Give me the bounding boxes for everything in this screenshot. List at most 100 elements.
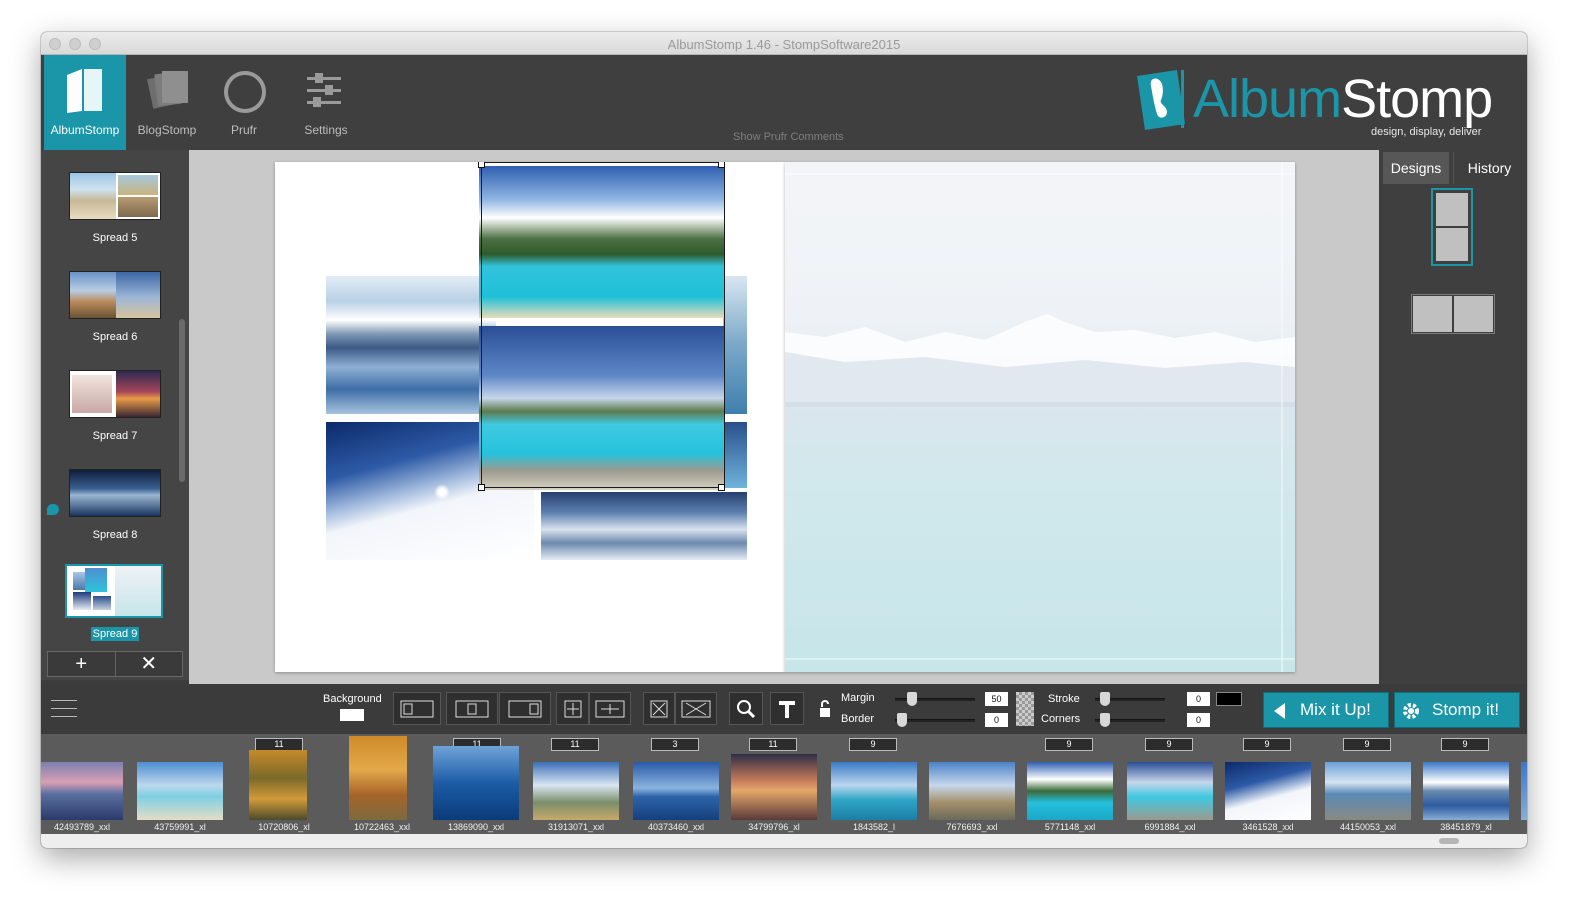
stroke-value-field[interactable]: 0 — [1187, 692, 1210, 706]
sliders-icon — [307, 73, 341, 107]
photo-mountain-reflection[interactable] — [326, 276, 496, 414]
shrink-wide-icon — [681, 700, 711, 717]
tray-image[interactable]: 10722463_xxl — [347, 734, 439, 834]
fit-width-button[interactable] — [589, 692, 631, 725]
nav-settings[interactable]: Settings — [285, 55, 367, 150]
spread-item[interactable]: Spread 6 — [41, 271, 189, 363]
spread-thumbnail — [69, 469, 161, 517]
tab-history[interactable]: History — [1453, 152, 1525, 184]
title-bar: AlbumStomp 1.46 - StompSoftware2015 — [41, 32, 1527, 55]
photo-lake-strip[interactable] — [723, 276, 747, 414]
tray-image[interactable]: 3 40373460_xxl — [633, 734, 725, 834]
background-mountain-image — [785, 162, 1295, 672]
shrink-button[interactable] — [643, 692, 675, 725]
align-right-button[interactable] — [499, 692, 551, 725]
tray-filename: 10722463_xxl — [353, 822, 411, 832]
usage-count-badge: 9 — [1243, 738, 1291, 751]
hamburger-menu-icon[interactable] — [51, 700, 77, 718]
background-color-swatch[interactable] — [340, 709, 364, 721]
tray-image[interactable]: 11 10720806_xl — [249, 734, 341, 834]
border-value-field[interactable]: 0 — [985, 713, 1008, 727]
left-page[interactable] — [275, 162, 785, 672]
tray-image[interactable]: 43759991_xl — [137, 734, 229, 834]
corners-value-field[interactable]: 0 — [1187, 713, 1210, 727]
margin-value-field[interactable]: 50 — [985, 692, 1008, 706]
nav-albumstomp[interactable]: AlbumStomp — [44, 55, 126, 150]
tray-image[interactable]: 9 38451879_xl — [1423, 734, 1515, 834]
move-arrows-icon — [595, 700, 625, 717]
brand-name: AlbumStomp — [1193, 69, 1493, 129]
sidebar-scrollbar-thumb[interactable] — [179, 319, 185, 482]
nav-label: BlogStomp — [137, 123, 197, 137]
tray-image[interactable]: 7676693_xxl — [929, 734, 1021, 834]
usage-count-badge: 3 — [651, 738, 699, 751]
tray-filename: 5771148_xxl — [1044, 822, 1096, 832]
spread-label: Spread 9 — [90, 627, 140, 641]
layout-option-side-by-side[interactable] — [1411, 294, 1495, 334]
tray-image[interactable]: 42493789_xxl — [41, 734, 133, 834]
align-left-button[interactable] — [393, 692, 441, 725]
show-prufr-comments-link[interactable]: Show Prufr Comments — [733, 131, 844, 143]
tray-image[interactable]: 11 13869090_xxl — [433, 734, 525, 834]
mix-it-up-button[interactable]: Mix it Up! — [1263, 692, 1389, 728]
zoom-button[interactable] — [729, 692, 763, 725]
usage-count-badge: 9 — [1343, 738, 1391, 751]
border-slider-knob[interactable] — [897, 713, 907, 727]
tray-image[interactable]: 9 3461528_xxl — [1225, 734, 1317, 834]
tray-thumbnail — [41, 762, 123, 820]
resize-handle[interactable] — [718, 162, 725, 168]
spread-thumbnail — [69, 271, 161, 319]
tray-next-thumbnail-partial — [1521, 762, 1527, 820]
corners-slider-knob[interactable] — [1100, 713, 1110, 727]
usage-count-badge: 11 — [749, 738, 797, 751]
tray-image[interactable]: 9 6991884_xxl — [1127, 734, 1219, 834]
layout-option-stacked[interactable] — [1431, 188, 1473, 266]
add-spread-button[interactable]: + — [48, 652, 115, 676]
resize-handle[interactable] — [718, 484, 725, 491]
fill-all-button[interactable] — [556, 692, 589, 725]
tray-filename: 44150053_xxl — [1339, 822, 1397, 832]
spread-item[interactable]: Spread 5 — [41, 172, 189, 264]
tray-scrollbar-thumb[interactable] — [1439, 838, 1459, 844]
stroke-color-swatch[interactable] — [1216, 692, 1242, 706]
tray-filename: 34799796_xl — [748, 822, 800, 832]
stroke-slider-knob[interactable] — [1100, 692, 1110, 706]
selection-frame[interactable] — [481, 162, 725, 488]
tray-filename: 42493789_xxl — [53, 822, 111, 832]
tray-image[interactable]: 9 5771148_xxl — [1027, 734, 1119, 834]
add-text-button[interactable] — [770, 692, 804, 725]
resize-handle[interactable] — [478, 484, 485, 491]
spread-item[interactable]: Spread 8 — [41, 469, 189, 561]
align-center-button[interactable] — [446, 692, 498, 725]
shrink-wide-button[interactable] — [675, 692, 717, 725]
spreads-sidebar: Spread 5 Spread 6 Spread 7 Spread 8 Spre… — [41, 150, 189, 680]
delete-spread-button[interactable]: ✕ — [114, 652, 182, 676]
resize-handle[interactable] — [478, 162, 485, 168]
tray-image[interactable]: 11 34799796_xl — [731, 734, 823, 834]
tray-image[interactable]: 9 44150053_xxl — [1325, 734, 1417, 834]
photo-lake-strip-lower[interactable] — [723, 422, 747, 488]
nav-label: AlbumStomp — [50, 123, 120, 137]
nav-prufr[interactable]: Prufr — [203, 55, 285, 150]
stomp-it-button[interactable]: Stomp it! — [1394, 692, 1520, 728]
photo-clouds-aerial[interactable] — [541, 492, 747, 560]
circle-icon — [224, 71, 266, 113]
spread-item[interactable]: Spread 7 — [41, 370, 189, 462]
margin-slider-knob[interactable] — [907, 692, 917, 706]
tray-image[interactable]: 11 31913071_xxl — [533, 734, 625, 834]
nav-label: Settings — [304, 123, 348, 137]
right-page-background[interactable] — [785, 162, 1295, 672]
usage-count-badge: 9 — [849, 738, 897, 751]
lock-icon[interactable] — [819, 699, 831, 719]
usage-count-badge: 9 — [1145, 738, 1193, 751]
tray-thumbnail — [533, 762, 619, 820]
border-slider[interactable] — [895, 719, 975, 722]
spread-item-selected[interactable]: Spread 9 — [41, 564, 189, 660]
layout-center-icon — [455, 700, 489, 717]
top-bar: AlbumStomp BlogStomp Prufr Settings Show… — [41, 55, 1527, 150]
tray-image[interactable]: 9 1843582_l — [831, 734, 923, 834]
tab-designs[interactable]: Designs — [1383, 152, 1449, 184]
nav-blogstomp[interactable]: BlogStomp — [126, 55, 208, 150]
tray-thumbnail — [249, 750, 307, 820]
border-color-swatch[interactable] — [1016, 692, 1034, 726]
